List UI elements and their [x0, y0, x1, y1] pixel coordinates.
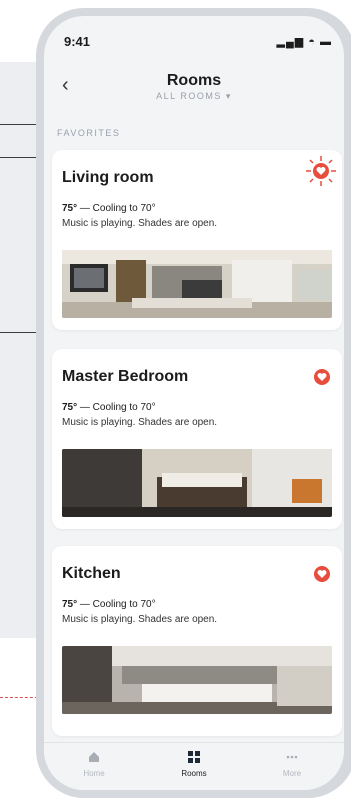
room-photo-kitchen: [62, 646, 332, 714]
room-temperature: 75° — Cooling to 70°: [62, 402, 156, 413]
tab-home-label: Home: [83, 769, 105, 778]
status-bar: 9:41 ▂▄▆ ◓ ▬: [44, 16, 344, 56]
favorite-heart-icon[interactable]: [314, 566, 330, 582]
page-title: Rooms: [166, 72, 222, 89]
home-icon: [89, 752, 99, 762]
room-name: Master Bedroom: [62, 368, 189, 385]
status-time: 9:41: [64, 34, 91, 49]
room-description: Music is playing. Shades are open.: [62, 417, 218, 428]
phone-screen: 9:41 ▂▄▆ ◓ ▬ ‹ Rooms ALL ROOMS ▾ FAVORIT…: [44, 16, 344, 790]
favorite-heart-icon[interactable]: [314, 369, 330, 385]
favorite-heart-icon[interactable]: [304, 154, 338, 188]
more-icon: [286, 755, 298, 759]
room-photo-living-room: [62, 250, 332, 318]
room-card-master-bedroom[interactable]: Master Bedroom 75° — Cooling to 70° Musi…: [52, 349, 342, 529]
room-filter-dropdown[interactable]: ALL ROOMS ▾: [44, 91, 344, 102]
tab-more[interactable]: More: [262, 751, 322, 778]
room-description: Music is playing. Shades are open.: [62, 218, 218, 229]
section-label-favorites: FAVORITES: [57, 128, 121, 138]
rooms-grid-icon: [188, 751, 200, 763]
room-photo-master-bedroom: [62, 449, 332, 517]
room-description: Music is playing. Shades are open.: [62, 614, 218, 625]
room-card-living-room[interactable]: Living room 75° — Cooling to 70° Music i…: [52, 150, 342, 330]
tab-rooms[interactable]: Rooms: [164, 751, 224, 778]
status-icons: ▂▄▆ ◓ ▬: [276, 36, 332, 48]
room-name: Living room: [62, 169, 154, 186]
tab-more-label: More: [282, 769, 302, 778]
tab-rooms-label: Rooms: [181, 769, 207, 778]
tab-home[interactable]: Home: [64, 751, 124, 778]
room-temperature: 75° — Cooling to 70°: [62, 599, 156, 610]
room-card-kitchen[interactable]: Kitchen 75° — Cooling to 70° Music is pl…: [52, 546, 342, 736]
tab-bar: Home Rooms More: [44, 742, 344, 790]
room-temperature: 75° — Cooling to 70°: [62, 203, 156, 214]
room-name: Kitchen: [62, 565, 121, 582]
